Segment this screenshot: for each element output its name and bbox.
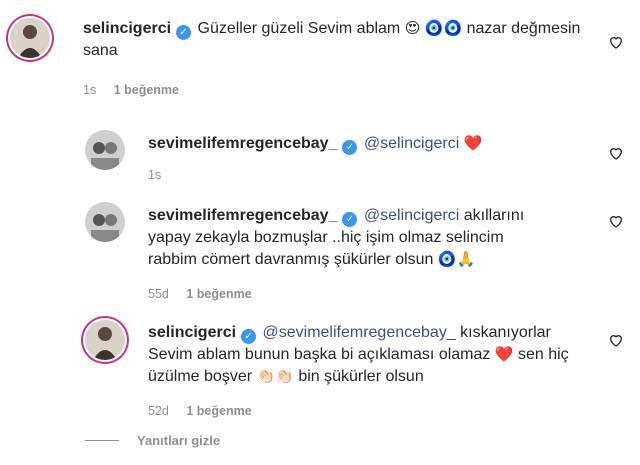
avatar-image — [10, 18, 50, 58]
comment-body: selincigerci ✓ Güzeller güzeli Sevim abla… — [83, 18, 583, 62]
comment-text: Güzeller güzeli Sevim ablam — [197, 20, 405, 37]
comment-username[interactable]: sevimelifemregencebay_ — [148, 207, 337, 224]
comment-username[interactable]: selincigerci — [148, 324, 236, 341]
verified-badge-icon: ✓ — [342, 212, 358, 227]
comment-likes[interactable]: 1 beğenme — [186, 404, 251, 418]
comment-body: sevimelifemregencebay_ ✓ @selincigerci ak… — [148, 205, 548, 271]
heart-outline-icon[interactable] — [608, 213, 624, 229]
avatar-selincigerci[interactable] — [10, 18, 50, 58]
avatar-image — [85, 130, 125, 170]
emoji-clap: 👏🏻👏🏻 — [256, 368, 294, 385]
comment-likes[interactable]: 1 beğenme — [114, 83, 179, 97]
avatar-selincigerci[interactable] — [85, 320, 125, 360]
avatar-sevimelifemregencebay[interactable] — [85, 202, 125, 242]
verified-badge-icon: ✓ — [176, 25, 192, 40]
emoji-heart: ❤️ — [494, 346, 514, 363]
divider-line — [85, 440, 119, 441]
emoji-heart: ❤️ — [463, 135, 483, 152]
comment-body: sevimelifemregencebay_ ✓ @selincigerci ❤️ — [148, 133, 588, 155]
verified-badge-icon: ✓ — [241, 329, 257, 344]
comment-username[interactable]: sevimelifemregencebay_ — [148, 135, 337, 152]
comment-meta: 55d 1 beğenme — [148, 287, 266, 301]
comment-meta: 52d 1 beğenme — [148, 404, 266, 418]
comment-username[interactable]: selincigerci — [83, 20, 171, 37]
comment-time: 1s — [83, 83, 97, 97]
comment-time: 1s — [148, 168, 162, 182]
comment-meta: 1s — [148, 168, 175, 182]
mention-link[interactable]: @selincigerci — [364, 207, 459, 224]
avatar-image — [85, 320, 125, 360]
emoji-nazar-pray: 🧿🙏 — [437, 251, 476, 268]
avatar-sevimelifemregencebay[interactable] — [85, 130, 125, 170]
verified-badge-icon: ✓ — [342, 140, 358, 155]
heart-outline-icon[interactable] — [608, 34, 624, 50]
hide-replies-label: Yanıtları gizle — [137, 433, 221, 448]
emoji-nazar: 🧿🧿 — [424, 20, 463, 37]
hide-replies-button[interactable]: Yanıtları gizle — [85, 433, 220, 448]
mention-link[interactable]: @selincigerci — [364, 135, 459, 152]
emoji-heart-eyes: 😍 — [404, 20, 421, 37]
comment-likes[interactable]: 1 beğenme — [186, 287, 251, 301]
comment-time: 52d — [148, 404, 169, 418]
comment-meta: 1s 1 beğenme — [83, 83, 193, 97]
heart-outline-icon[interactable] — [608, 332, 624, 348]
comment-time: 55d — [148, 287, 169, 301]
heart-outline-icon[interactable] — [608, 145, 624, 161]
mention-link[interactable]: @sevimelifemregencebay_ — [263, 324, 456, 341]
comment-body: selincigerci ✓ @sevimelifemregencebay_ kı… — [148, 322, 588, 388]
avatar-image — [85, 202, 125, 242]
comment-text-end: bin şükürler olsun — [298, 368, 424, 385]
